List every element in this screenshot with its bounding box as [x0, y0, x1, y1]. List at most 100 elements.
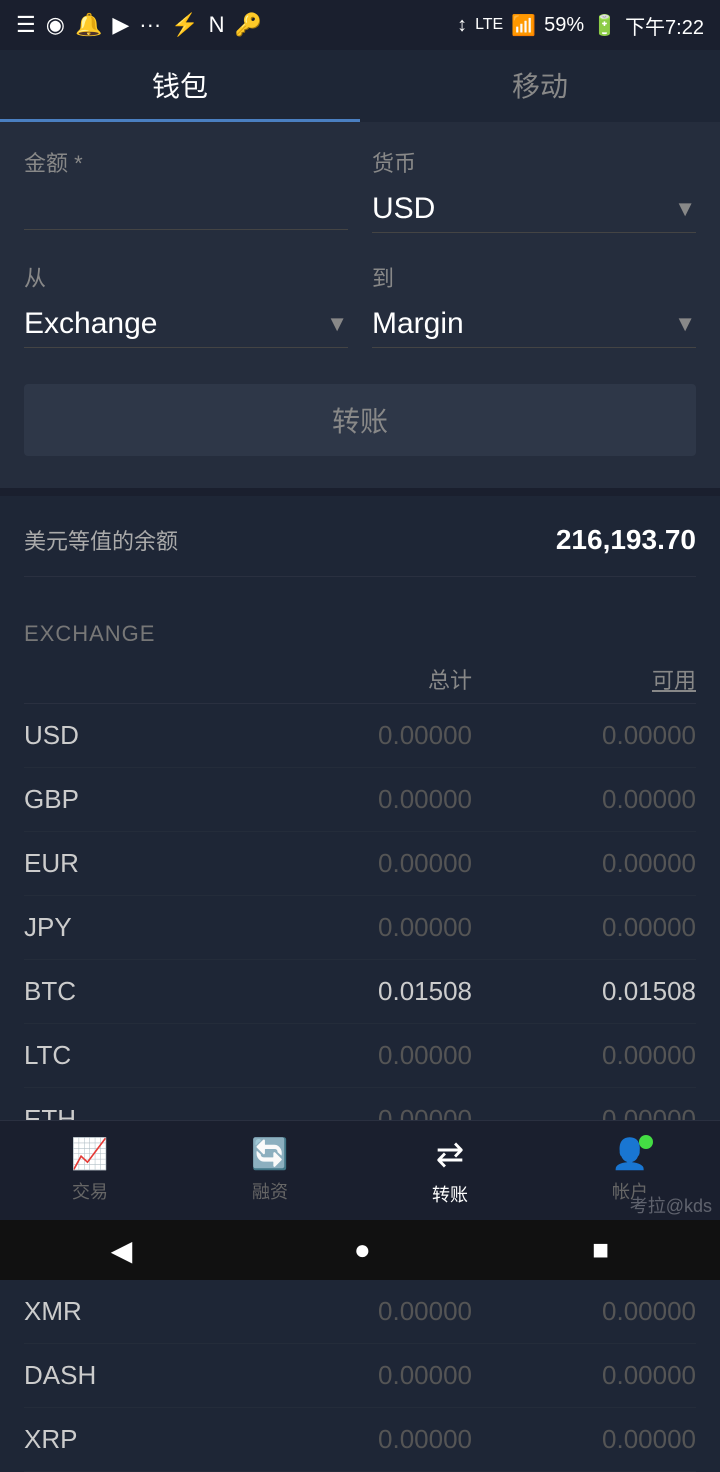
- table-row: XRP 0.00000 0.00000: [24, 1408, 696, 1472]
- currency-chevron-icon: ▼: [674, 196, 696, 222]
- back-button[interactable]: ◀: [111, 1234, 133, 1267]
- table-row: USD 0.00000 0.00000: [24, 704, 696, 768]
- row-total-5: 0.00000: [248, 1040, 472, 1071]
- table-row: XMR 0.00000 0.00000: [24, 1280, 696, 1344]
- main-tabs: 钱包 移动: [0, 50, 720, 122]
- row-total-11: 0.00000: [248, 1424, 472, 1455]
- row-total-4: 0.01508: [248, 976, 472, 1007]
- table-row: LTC 0.00000 0.00000: [24, 1024, 696, 1088]
- row-available-5: 0.00000: [472, 1040, 696, 1071]
- amount-label: 金额 *: [24, 146, 348, 178]
- currency-label: 货币: [372, 146, 696, 178]
- to-value: Margin: [372, 307, 464, 341]
- status-right-icons: ↕ LTE 📶 59% 🔋 下午7:22: [457, 11, 704, 40]
- to-label: 到: [372, 261, 696, 293]
- wallet-icon: ◉: [46, 12, 65, 38]
- nfc-icon: N: [209, 12, 225, 38]
- more-icon: ···: [139, 12, 161, 38]
- recent-button[interactable]: ■: [592, 1234, 609, 1266]
- tab-wallet[interactable]: 钱包: [0, 50, 360, 122]
- row-currency-9: XMR: [24, 1296, 248, 1327]
- row-currency-5: LTC: [24, 1040, 248, 1071]
- send-icon: ▶: [112, 12, 129, 38]
- nav-label-funding: 融资: [252, 1178, 288, 1204]
- balance-value: 216,193.70: [556, 524, 696, 556]
- header-total: 总计: [248, 663, 472, 695]
- exchange-section-header: EXCHANGE: [24, 609, 696, 655]
- battery-percent: 59%: [544, 14, 584, 37]
- amount-col: 金额 *: [24, 146, 348, 233]
- trade-icon: 📈: [71, 1137, 108, 1172]
- menu-icon: ☰: [16, 12, 36, 38]
- key-icon: 🔑: [235, 12, 262, 38]
- table-body: USD 0.00000 0.00000 GBP 0.00000 0.00000 …: [24, 704, 696, 1472]
- header-available: 可用: [472, 663, 696, 695]
- home-button[interactable]: ●: [354, 1234, 371, 1266]
- balance-row: 美元等值的余额 216,193.70: [24, 524, 696, 577]
- to-select[interactable]: Margin ▼: [372, 301, 696, 348]
- row-total-10: 0.00000: [248, 1360, 472, 1391]
- currency-select[interactable]: USD ▼: [372, 186, 696, 233]
- row-total-3: 0.00000: [248, 912, 472, 943]
- bell-icon: 🔔: [75, 12, 102, 38]
- row-available-2: 0.00000: [472, 848, 696, 879]
- from-select[interactable]: Exchange ▼: [24, 301, 348, 348]
- row-currency-1: GBP: [24, 784, 248, 815]
- table-row: DASH 0.00000 0.00000: [24, 1344, 696, 1408]
- signal-icon: ↕: [457, 14, 467, 37]
- row-currency-3: JPY: [24, 912, 248, 943]
- row-currency-4: BTC: [24, 976, 248, 1007]
- header-currency: [24, 663, 248, 695]
- to-col: 到 Margin ▼: [372, 261, 696, 348]
- from-chevron-icon: ▼: [326, 311, 348, 337]
- nav-item-transfer[interactable]: ⇄ 转账: [360, 1121, 540, 1220]
- from-value: Exchange: [24, 307, 157, 341]
- exchange-table: EXCHANGE 总计 可用 USD 0.00000 0.00000 GBP 0…: [0, 609, 720, 1472]
- row-total-0: 0.00000: [248, 720, 472, 751]
- row-available-0: 0.00000: [472, 720, 696, 751]
- row-currency-2: EUR: [24, 848, 248, 879]
- status-left-icons: ☰ ◉ 🔔 ▶ ··· ⚡ N 🔑: [16, 12, 262, 38]
- table-row: BTC 0.01508 0.01508: [24, 960, 696, 1024]
- balance-section: 美元等值的余额 216,193.70: [0, 496, 720, 609]
- transfer-form: 金额 * 货币 USD ▼ 从 Exchange ▼ 到 Margin ▼: [0, 122, 720, 488]
- system-nav: ◀ ● ■ 考拉@kds: [0, 1220, 720, 1280]
- table-row: EUR 0.00000 0.00000: [24, 832, 696, 896]
- tab-move[interactable]: 移动: [360, 50, 720, 122]
- lte-icon: LTE: [475, 16, 503, 34]
- row-available-11: 0.00000: [472, 1424, 696, 1455]
- table-row: JPY 0.00000 0.00000: [24, 896, 696, 960]
- row-available-10: 0.00000: [472, 1360, 696, 1391]
- battery-icon: 🔋: [592, 13, 617, 38]
- transfer-button[interactable]: 转账: [24, 384, 696, 456]
- row-available-1: 0.00000: [472, 784, 696, 815]
- to-chevron-icon: ▼: [674, 311, 696, 337]
- row-available-3: 0.00000: [472, 912, 696, 943]
- transfer-icon: ⇄: [436, 1135, 465, 1175]
- currency-col: 货币 USD ▼: [372, 146, 696, 233]
- signal-bars: 📶: [511, 13, 536, 38]
- nav-label-transfer: 转账: [432, 1181, 468, 1207]
- balance-label: 美元等值的余额: [24, 524, 178, 556]
- time-display: 下午7:22: [625, 11, 704, 40]
- row-total-2: 0.00000: [248, 848, 472, 879]
- row-currency-11: XRP: [24, 1424, 248, 1455]
- bottom-nav: 📈 交易 🔄 融资 ⇄ 转账 👤 帐户: [0, 1120, 720, 1220]
- funding-icon: 🔄: [251, 1137, 288, 1172]
- from-label: 从: [24, 261, 348, 293]
- form-row-from-to: 从 Exchange ▼ 到 Margin ▼: [24, 261, 696, 348]
- row-total-1: 0.00000: [248, 784, 472, 815]
- row-total-9: 0.00000: [248, 1296, 472, 1327]
- row-available-4: 0.01508: [472, 976, 696, 1007]
- bluetooth-icon: ⚡: [171, 12, 198, 38]
- table-row: GBP 0.00000 0.00000: [24, 768, 696, 832]
- currency-value: USD: [372, 192, 435, 226]
- form-row-amount-currency: 金额 * 货币 USD ▼: [24, 146, 696, 233]
- nav-item-trade[interactable]: 📈 交易: [0, 1121, 180, 1220]
- status-bar: ☰ ◉ 🔔 ▶ ··· ⚡ N 🔑 ↕ LTE 📶 59% 🔋 下午7:22: [0, 0, 720, 50]
- watermark: 考拉@kds: [630, 1192, 712, 1218]
- amount-input[interactable]: [24, 186, 348, 230]
- nav-item-funding[interactable]: 🔄 融资: [180, 1121, 360, 1220]
- table-header: 总计 可用: [24, 655, 696, 704]
- from-col: 从 Exchange ▼: [24, 261, 348, 348]
